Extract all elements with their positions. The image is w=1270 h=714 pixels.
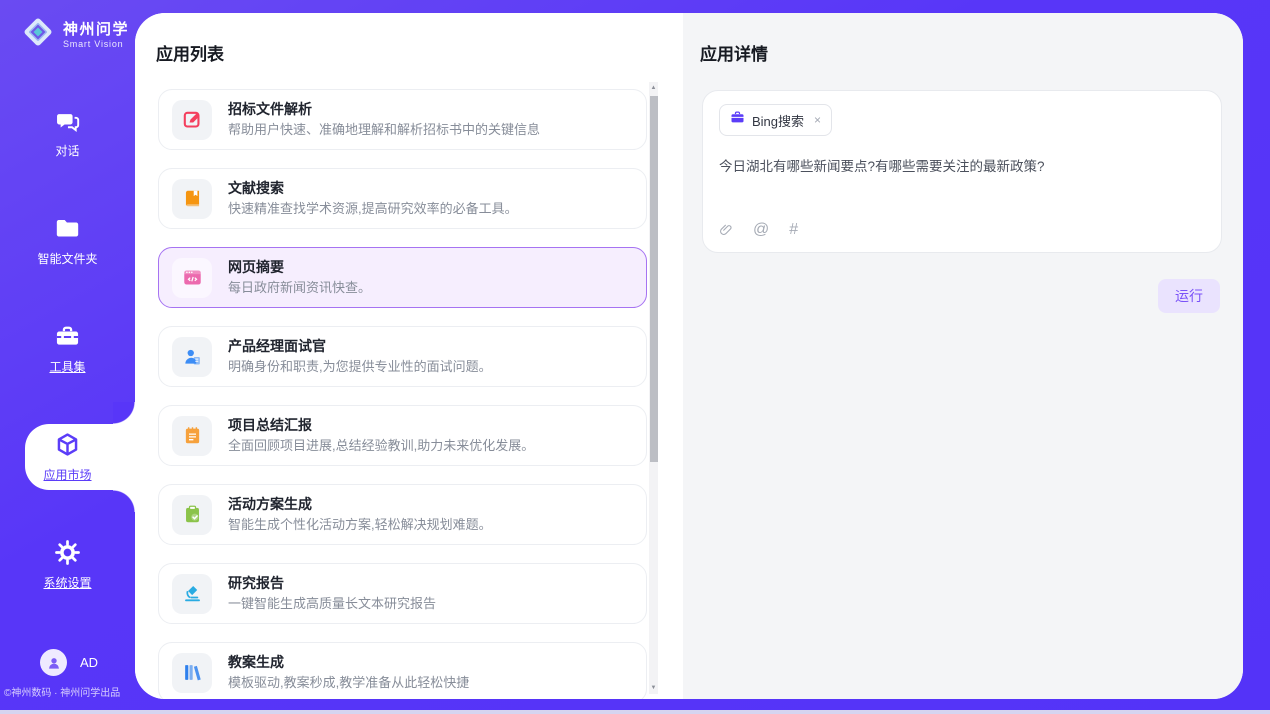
app-title: 产品经理面试官 [228,339,492,354]
app-list-item-literature-search[interactable]: 文献搜索快速精准查找学术资源,提高研究效率的必备工具。 [158,168,647,229]
gear-icon [54,539,81,566]
sidebar-item-settings[interactable]: 系统设置 [0,527,135,603]
chat-icon [54,107,81,134]
app-list-item-bid-analysis[interactable]: 招标文件解析帮助用户快速、准确地理解和解析招标书中的关键信息 [158,89,647,150]
folder-icon [54,215,81,242]
app-list-item-lesson-plan[interactable]: 教案生成模板驱动,教案秒成,教学准备从此轻松快捷 [158,642,647,699]
microscope-icon [172,574,212,614]
sidebar-item-toolkit[interactable]: 工具集 [0,311,135,387]
briefcase-icon [730,110,745,130]
sidebar-item-label: 智能文件夹 [37,250,97,267]
app-description: 每日政府新闻资讯快查。 [228,281,371,295]
app-title: 项目总结汇报 [228,418,534,433]
app-description: 全面回顾项目进展,总结经验教训,助力未来优化发展。 [228,439,534,453]
hash-icon[interactable]: # [789,221,798,239]
query-text[interactable]: 今日湖北有哪些新闻要点?有哪些需要关注的最新政策? [719,157,1205,221]
brand-title: 神州问学 [63,21,129,39]
cube-icon [54,431,81,458]
app-description: 快速精准查找学术资源,提高研究效率的必备工具。 [228,202,518,216]
edit-square-icon [172,100,212,140]
app-detail-title: 应用详情 [700,40,1243,65]
sidebar-item-smart-folder[interactable]: 智能文件夹 [0,203,135,279]
main-panel: 应用列表 招标文件解析帮助用户快速、准确地理解和解析招标书中的关键信息文献搜索快… [135,13,1243,699]
toolbox-icon [54,323,81,350]
notebook-icon [172,416,212,456]
interviewer-icon [172,337,212,377]
app-list: 招标文件解析帮助用户快速、准确地理解和解析招标书中的关键信息文献搜索快速精准查找… [158,89,647,699]
scrollbar-thumb[interactable] [650,96,658,462]
app-description: 帮助用户快速、准确地理解和解析招标书中的关键信息 [228,123,540,137]
sidebar-item-chat[interactable]: 对话 [0,95,135,171]
remove-tag-icon[interactable]: × [814,113,821,127]
app-title: 活动方案生成 [228,497,492,512]
book-icon [172,179,212,219]
app-list-item-research-report[interactable]: 研究报告一键智能生成高质量长文本研究报告 [158,563,647,624]
app-detail-panel: 应用详情 Bing搜索 × 今日湖北有哪些新闻要点?有哪些需要关注的最新政策? [683,13,1243,699]
tool-tag-bing[interactable]: Bing搜索 × [719,104,832,136]
app-list-panel: 应用列表 招标文件解析帮助用户快速、准确地理解和解析招标书中的关键信息文献搜索快… [135,13,683,699]
user-account[interactable]: AD [40,649,98,676]
sidebar-item-app-market[interactable]: 应用市场 [0,419,135,495]
app-title: 网页摘要 [228,260,371,275]
app-title: 文献搜索 [228,181,518,196]
mention-icon[interactable]: @ [753,221,769,239]
app-list-item-pm-interviewer[interactable]: 产品经理面试官明确身份和职责,为您提供专业性的面试问题。 [158,326,647,387]
books-icon [172,653,212,693]
brand-gem-icon [19,13,57,56]
sidebar-nav: 对话智能文件夹工具集应用市场系统设置 [0,95,135,635]
app-list-item-web-summary[interactable]: 网页摘要每日政府新闻资讯快查。 [158,247,647,308]
attachment-icon[interactable] [719,222,733,239]
sidebar-item-label: 工具集 [49,358,85,375]
sidebar-item-label: 对话 [55,142,79,159]
user-avatar-icon [40,649,67,676]
browser-code-icon [172,258,212,298]
clipboard-check-icon [172,495,212,535]
sidebar-item-label: 应用市场 [43,466,91,483]
scroll-down-icon[interactable]: ▼ [649,682,658,694]
app-title: 研究报告 [228,576,436,591]
scroll-up-icon[interactable]: ▲ [649,82,658,94]
brand-logo: 神州问学 Smart Vision [19,13,129,56]
app-title: 教案生成 [228,655,469,670]
sidebar: 神州问学 Smart Vision 对话智能文件夹工具集应用市场系统设置 AD … [0,0,135,714]
bottom-strip [0,710,1270,714]
user-name: AD [80,655,98,670]
app-description: 一键智能生成高质量长文本研究报告 [228,597,436,611]
app-description: 模板驱动,教案秒成,教学准备从此轻松快捷 [228,676,469,690]
tool-tag-label: Bing搜索 [752,111,804,130]
app-list-title: 应用列表 [156,40,683,65]
brand-subtitle: Smart Vision [63,39,129,49]
run-button[interactable]: 运行 [1158,279,1220,313]
run-row: 运行 [683,279,1220,313]
prompt-card[interactable]: Bing搜索 × 今日湖北有哪些新闻要点?有哪些需要关注的最新政策? @ # [702,90,1222,253]
app-description: 明确身份和职责,为您提供专业性的面试问题。 [228,360,492,374]
app-list-item-project-summary[interactable]: 项目总结汇报全面回顾项目进展,总结经验教训,助力未来优化发展。 [158,405,647,466]
copyright-footer: ©神州数码 · 神州问学出品 [4,684,134,699]
app-title: 招标文件解析 [228,102,540,117]
app-list-item-event-plan[interactable]: 活动方案生成智能生成个性化活动方案,轻松解决规划难题。 [158,484,647,545]
app-description: 智能生成个性化活动方案,轻松解决规划难题。 [228,518,492,532]
sidebar-item-label: 系统设置 [43,574,91,591]
scrollbar[interactable]: ▲ ▼ [649,82,658,694]
composer-toolbar: @ # [719,221,1205,239]
